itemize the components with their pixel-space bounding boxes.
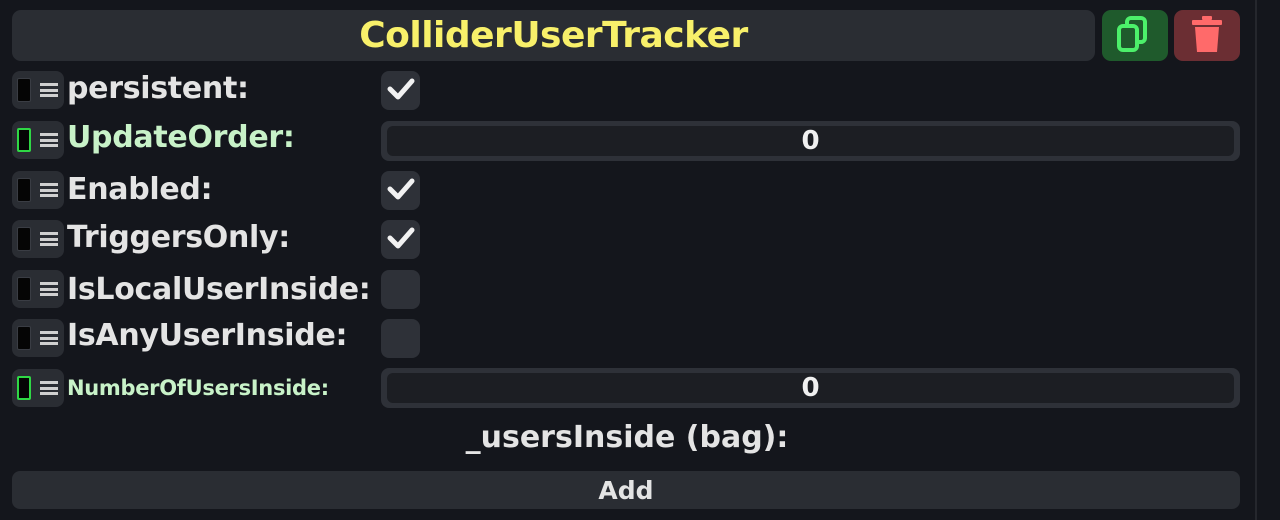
scrollbar-track[interactable] [1255,0,1257,520]
duplicate-button[interactable] [1102,10,1168,61]
drag-handle-icon [40,331,58,345]
drag-handle-icon [40,133,58,147]
checkmark-icon [386,223,416,257]
enabled-checkbox[interactable] [381,171,420,210]
field-handle-triggers-only[interactable] [12,220,64,258]
field-handle-number-of-users-inside[interactable] [12,369,64,407]
field-handle-enabled[interactable] [12,171,64,209]
driver-slot[interactable] [17,227,31,251]
field-handle-is-local-user-inside[interactable] [12,270,64,308]
duplicate-icon [1115,14,1155,58]
add-button-label: Add [598,475,654,505]
is-local-user-inside-label: IsLocalUserInside: [67,272,371,307]
drag-handle-icon [40,183,58,197]
field-handle-is-any-user-inside[interactable] [12,319,64,357]
trash-icon [1189,14,1225,58]
triggers-only-checkbox[interactable] [381,220,420,259]
enabled-label: Enabled: [67,172,213,207]
number-of-users-inside-label: NumberOfUsersInside: [67,376,329,400]
field-handle-update-order[interactable] [12,121,64,159]
drag-handle-icon [40,381,58,395]
checkmark-icon [386,174,416,208]
checkmark-icon [386,74,416,108]
component-title: ColliderUserTracker [359,15,748,56]
update-order-label: UpdateOrder: [67,120,295,155]
delete-button[interactable] [1174,10,1240,61]
drag-handle-icon [40,282,58,296]
driver-slot[interactable] [17,78,31,102]
driver-slot[interactable] [17,128,31,152]
drag-handle-icon [40,232,58,246]
persistent-checkbox[interactable] [381,71,420,110]
drag-handle-icon [40,83,58,97]
users-inside-bag-title: _usersInside (bag): [465,420,789,455]
persistent-label: persistent: [67,71,249,106]
field-handle-persistent[interactable] [12,71,64,109]
is-any-user-inside-label: IsAnyUserInside: [67,318,348,353]
update-order-value[interactable]: 0 [387,126,1234,156]
component-header[interactable]: ColliderUserTracker [12,10,1095,61]
is-any-user-inside-checkbox[interactable] [381,319,420,358]
add-button[interactable]: Add [12,471,1240,509]
triggers-only-label: TriggersOnly: [67,220,290,255]
driver-slot[interactable] [17,277,31,301]
number-of-users-inside-field[interactable]: 0 [381,368,1240,408]
driver-slot[interactable] [17,376,31,400]
is-local-user-inside-checkbox[interactable] [381,270,420,309]
number-of-users-inside-value[interactable]: 0 [387,373,1234,403]
driver-slot[interactable] [17,178,31,202]
driver-slot[interactable] [17,326,31,350]
update-order-field[interactable]: 0 [381,121,1240,161]
